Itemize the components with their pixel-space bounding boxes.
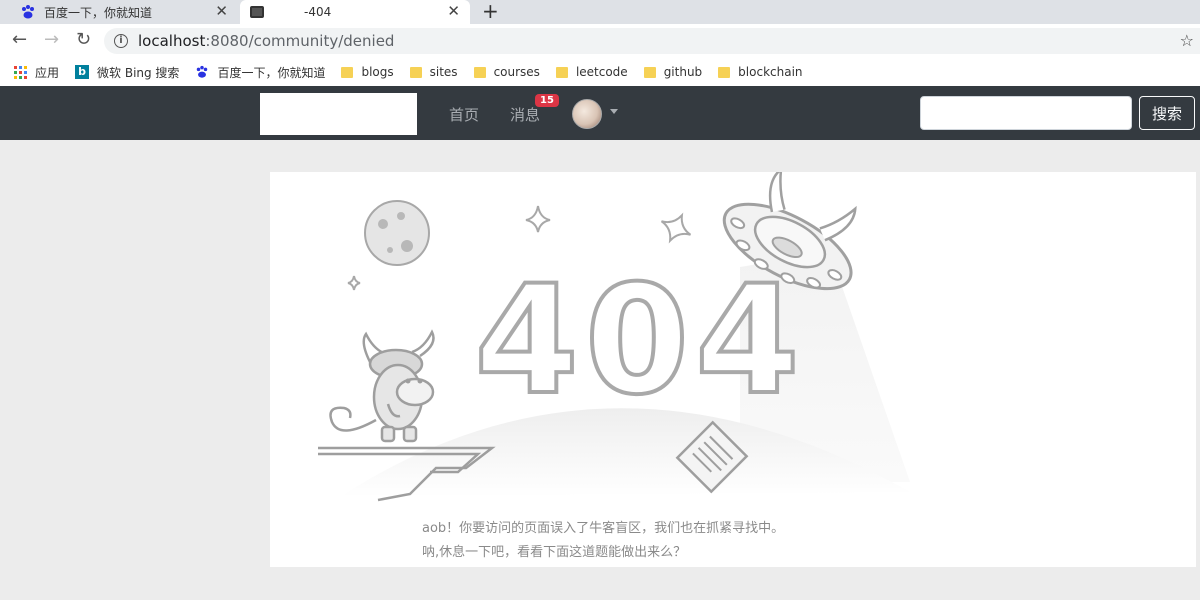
bookmark-sites[interactable]: sites bbox=[409, 65, 458, 79]
bookmark-blockchain[interactable]: blockchain bbox=[718, 65, 803, 79]
bookmark-leetcode[interactable]: leetcode bbox=[555, 65, 628, 79]
back-arrow-icon[interactable]: ← bbox=[12, 30, 27, 50]
folder-icon bbox=[643, 66, 656, 78]
reload-icon[interactable]: ↻ bbox=[76, 30, 91, 50]
nav-home[interactable]: 首页 bbox=[449, 104, 479, 125]
avatar[interactable] bbox=[572, 99, 602, 129]
bookmark-label: 应用 bbox=[35, 65, 60, 80]
moon-icon bbox=[364, 200, 430, 266]
baidu-paw-icon bbox=[22, 5, 34, 19]
bookmark-label: blockchain bbox=[738, 65, 803, 79]
folder-icon bbox=[718, 66, 731, 78]
search-input[interactable] bbox=[920, 96, 1132, 130]
error-message-line1: aob！你要访问的页面误入了牛客盲区，我们也在抓紧寻找中。 bbox=[422, 521, 785, 536]
error-code-graphic: 404 bbox=[474, 254, 805, 428]
message-count-badge: 15 bbox=[535, 94, 559, 107]
folder-icon bbox=[555, 66, 568, 78]
page-icon bbox=[250, 6, 264, 18]
site-navbar: 首页 消息 15 搜索 bbox=[0, 86, 1200, 140]
nav-messages[interactable]: 消息 bbox=[510, 104, 540, 125]
tab-404[interactable]: -404 ✕ bbox=[240, 0, 470, 24]
folder-icon bbox=[473, 66, 486, 78]
bookmark-label: github bbox=[663, 65, 703, 79]
new-tab-button[interactable]: + bbox=[482, 0, 499, 23]
apps-grid-icon bbox=[14, 65, 27, 79]
brand-logo[interactable] bbox=[260, 93, 417, 135]
bookmark-label: courses bbox=[493, 65, 540, 79]
baidu-paw-icon bbox=[197, 65, 208, 78]
tab-title: -404 bbox=[304, 5, 332, 19]
url-path: :8080/community/denied bbox=[205, 32, 395, 50]
bookmark-label: 微软 Bing 搜索 bbox=[97, 65, 180, 80]
info-icon[interactable]: i bbox=[114, 34, 128, 48]
close-tab-icon[interactable]: ✕ bbox=[215, 2, 228, 20]
bookmark-bing[interactable]: b 微软 Bing 搜索 bbox=[75, 64, 179, 81]
bing-icon: b bbox=[75, 65, 90, 79]
bookmark-star-icon[interactable]: ☆ bbox=[1180, 31, 1194, 50]
url-text[interactable]: localhost:8080/community/denied bbox=[138, 32, 394, 50]
bookmarks-bar: 应用 b 微软 Bing 搜索 百度一下，你就知道 blogs sites co… bbox=[0, 58, 1200, 86]
folder-icon bbox=[341, 66, 354, 78]
404-illustration: 404 bbox=[318, 172, 910, 502]
viking-cow-icon bbox=[329, 329, 435, 443]
bookmark-github[interactable]: github bbox=[643, 65, 703, 79]
close-tab-icon[interactable]: ✕ bbox=[447, 2, 460, 20]
error-message-line2: 呐,休息一下吧，看看下面这道题能做出来么？ bbox=[422, 545, 687, 560]
browser-tab-strip: 百度一下，你就知道 ✕ -404 ✕ + bbox=[0, 0, 1200, 24]
bookmark-courses[interactable]: courses bbox=[473, 65, 540, 79]
bookmark-label: blogs bbox=[361, 65, 394, 79]
search-button[interactable]: 搜索 bbox=[1139, 96, 1195, 130]
bookmark-apps[interactable]: 应用 bbox=[14, 64, 59, 81]
bookmark-label: leetcode bbox=[575, 65, 628, 79]
tab-title: 百度一下，你就知道 bbox=[44, 5, 153, 20]
forward-arrow-icon[interactable]: → bbox=[44, 30, 59, 50]
bookmark-label: 百度一下，你就知道 bbox=[217, 65, 326, 80]
bookmark-label: sites bbox=[429, 65, 458, 79]
url-host: localhost bbox=[138, 32, 206, 50]
bookmark-baidu[interactable]: 百度一下，你就知道 bbox=[195, 64, 325, 81]
error-card: 404 aob！你要访问的页面误入了牛客盲区，我们也在抓紧寻找中。 呐,休息一下… bbox=[270, 172, 1196, 567]
bookmark-blogs[interactable]: blogs bbox=[341, 65, 394, 79]
folder-icon bbox=[409, 66, 422, 78]
omnibox[interactable]: i localhost:8080/community/denied ☆ bbox=[104, 28, 1200, 54]
tab-baidu[interactable]: 百度一下，你就知道 ✕ bbox=[0, 0, 238, 24]
chevron-down-icon[interactable] bbox=[610, 109, 618, 114]
address-bar-row: ← → ↻ i localhost:8080/community/denied … bbox=[0, 24, 1200, 58]
